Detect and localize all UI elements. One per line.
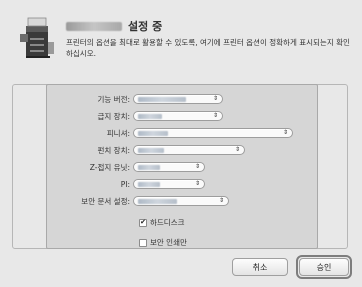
secure-print-only-checkbox-row[interactable]: 보안 인쇄만 bbox=[139, 237, 187, 248]
ok-button[interactable]: 승인 bbox=[299, 258, 349, 276]
punch-unit-select[interactable]: ⇕ bbox=[133, 145, 245, 155]
checkbox-label: 보안 인쇄만 bbox=[150, 238, 187, 247]
option-label: Z-접지 유닛: bbox=[89, 162, 130, 172]
option-row: 급지 장치: ⇕ bbox=[47, 110, 317, 122]
checkbox-unchecked-icon[interactable] bbox=[139, 238, 147, 247]
select-value-redacted bbox=[138, 147, 164, 153]
select-arrows-icon: ⇕ bbox=[212, 95, 218, 102]
select-arrows-icon: ⇕ bbox=[194, 180, 200, 187]
option-label: PI: bbox=[120, 179, 130, 189]
option-label: 급지 장치: bbox=[97, 111, 130, 121]
select-arrows-icon: ⇕ bbox=[234, 146, 240, 153]
dialog-title: 설정 중 bbox=[128, 20, 163, 33]
select-value-redacted bbox=[138, 164, 160, 170]
dialog-title-row: 설정 중 bbox=[66, 18, 162, 34]
option-row: 펀치 장치: ⇕ bbox=[47, 144, 317, 156]
secure-document-select[interactable]: ⇕ bbox=[133, 196, 229, 206]
select-arrows-icon: ⇕ bbox=[212, 112, 218, 119]
option-row: 보안 문서 설정: ⇕ bbox=[47, 195, 317, 207]
select-value-redacted bbox=[138, 130, 168, 136]
select-arrows-icon: ⇕ bbox=[194, 163, 200, 170]
dialog-description: 프린터의 옵션을 최대로 활용할 수 있도록, 여기에 프린터 옵션이 정확하게… bbox=[66, 38, 350, 58]
option-row: 기능 버전: ⇕ bbox=[47, 93, 317, 105]
function-version-select[interactable]: ⇕ bbox=[133, 94, 223, 104]
paper-feed-select[interactable]: ⇕ bbox=[133, 111, 223, 121]
select-value-redacted bbox=[138, 181, 160, 187]
select-arrows-icon: ⇕ bbox=[218, 197, 224, 204]
option-label: 보안 문서 설정: bbox=[81, 196, 130, 206]
options-panel: 기능 버전: ⇕ 급지 장치: ⇕ 피니셔: ⇕ 펀치 장치: ⇕ Z-접지 유… bbox=[46, 84, 318, 249]
option-label: 기능 버전: bbox=[97, 94, 130, 104]
checkbox-checked-icon[interactable]: ✔ bbox=[139, 218, 147, 227]
select-value-redacted bbox=[138, 198, 177, 204]
option-row: PI: ⇕ bbox=[47, 178, 317, 190]
printer-icon bbox=[20, 17, 54, 58]
printer-name-redacted bbox=[66, 21, 122, 31]
finisher-select[interactable]: ⇕ bbox=[133, 128, 293, 138]
select-value-redacted bbox=[138, 96, 186, 102]
checkbox-label: 하드디스크 bbox=[150, 218, 185, 227]
option-row: 피니셔: ⇕ bbox=[47, 127, 317, 139]
pi-select[interactable]: ⇕ bbox=[133, 179, 205, 189]
z-fold-unit-select[interactable]: ⇕ bbox=[133, 162, 205, 172]
cancel-button[interactable]: 취소 bbox=[232, 258, 288, 276]
hard-disk-checkbox-row[interactable]: ✔ 하드디스크 bbox=[139, 217, 185, 228]
option-label: 피니셔: bbox=[106, 128, 130, 138]
printer-setup-dialog: 설정 중 프린터의 옵션을 최대로 활용할 수 있도록, 여기에 프린터 옵션이… bbox=[0, 0, 362, 287]
option-row: Z-접지 유닛: ⇕ bbox=[47, 161, 317, 173]
select-arrows-icon: ⇕ bbox=[282, 129, 288, 136]
option-label: 펀치 장치: bbox=[97, 145, 130, 155]
select-value-redacted bbox=[138, 113, 162, 119]
